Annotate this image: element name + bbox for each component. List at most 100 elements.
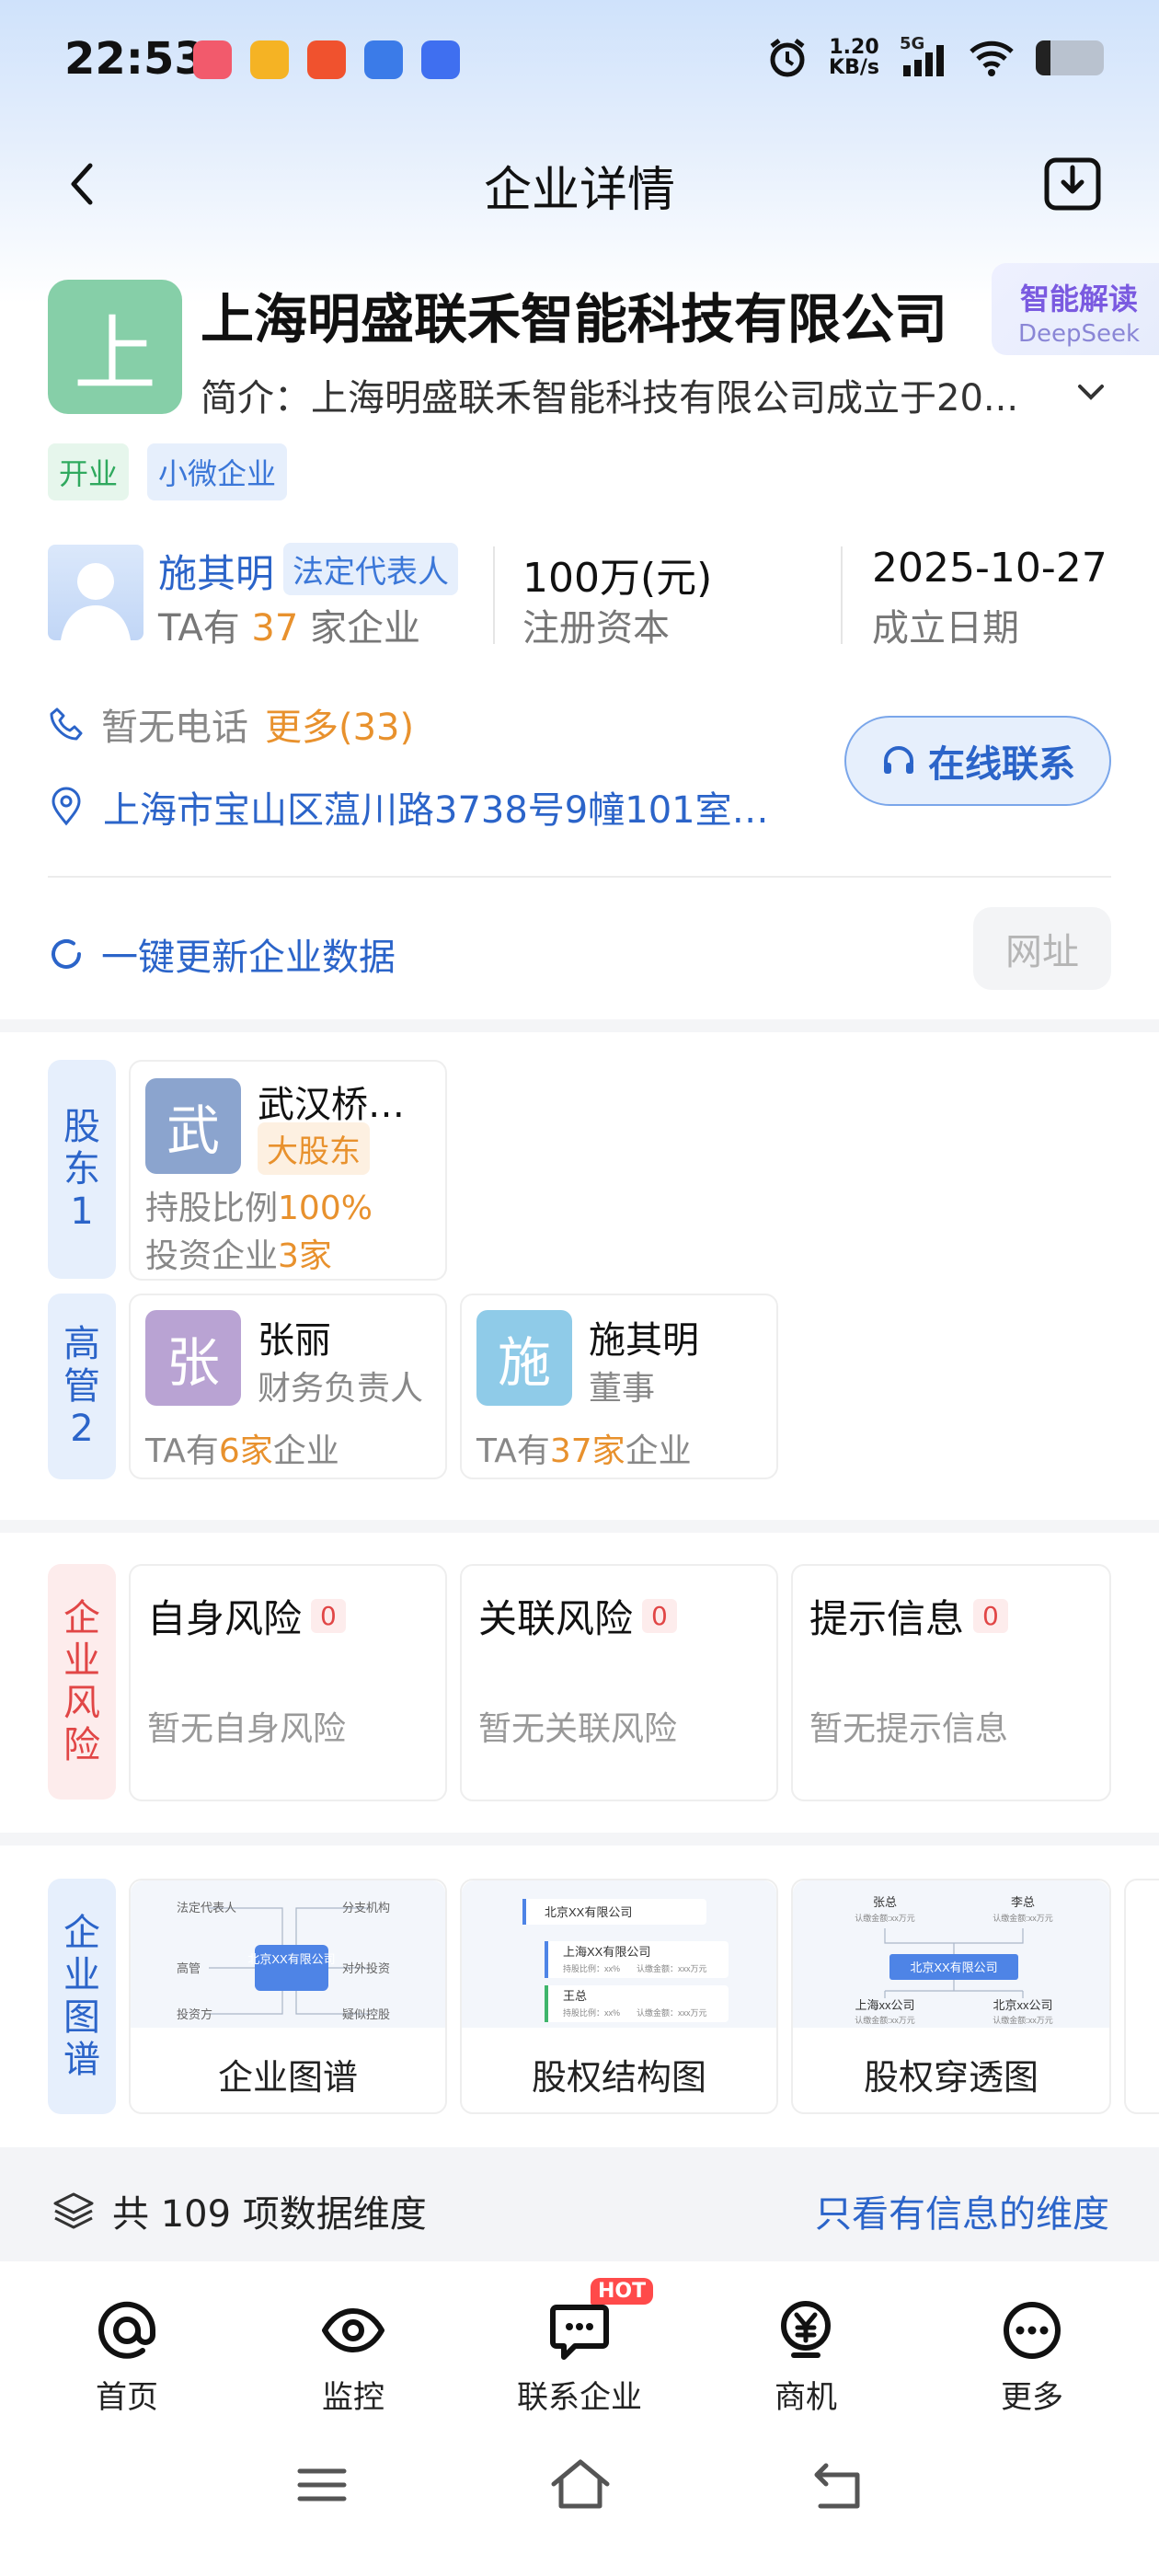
phone-row[interactable]: 暂无电话 更多(33) bbox=[48, 697, 414, 751]
graph-thumb-text: 北京XX有限公司 bbox=[545, 1905, 632, 1919]
equity-structure-thumbnail: 北京XX有限公司 上海XX有限公司 持股比例：xx% 认缴金额：xxx万元 王总… bbox=[462, 1880, 776, 2028]
risk-empty-text: 暂无关联风险 bbox=[478, 1710, 678, 1748]
avatar: 武 bbox=[145, 1078, 241, 1174]
graph-thumb-text: 高管 bbox=[177, 1961, 201, 1975]
phone-icon bbox=[50, 707, 83, 741]
nav-business[interactable]: 商机 bbox=[732, 2298, 879, 2417]
app-notification-icon bbox=[421, 40, 460, 79]
data-dimensions-bar: 共 109 项数据维度 只看有信息的维度 bbox=[0, 2147, 1159, 2261]
page-header: 企业详情 bbox=[0, 138, 1159, 230]
notice-info-card[interactable]: 提示信息 0 暂无提示信息 bbox=[791, 1564, 1111, 1801]
app-notification-icon bbox=[193, 40, 232, 79]
graph-thumb-text: 认缴金额:xx万元 bbox=[855, 2015, 915, 2025]
menu-icon[interactable] bbox=[294, 2462, 350, 2508]
graph-thumb-text: 投资方 bbox=[177, 2007, 212, 2021]
ai-subtitle: DeepSeek bbox=[1017, 320, 1141, 348]
graph-thumb-text: 认缴金额:xx万元 bbox=[855, 1913, 915, 1923]
app-notification-icon bbox=[250, 40, 289, 79]
refresh-label: 一键更新企业数据 bbox=[101, 937, 396, 979]
risk-title: 关联风险 0 bbox=[478, 1588, 677, 1644]
online-contact-label: 在线联系 bbox=[928, 743, 1075, 786]
page-title: 企业详情 bbox=[483, 163, 675, 218]
risk-title: 自身风险 0 bbox=[147, 1588, 346, 1644]
section-separator bbox=[0, 1520, 1159, 1533]
nav-monitor[interactable]: 监控 bbox=[280, 2298, 427, 2417]
address-row[interactable]: 上海市宝山区蕰川路3738号9幢101室… bbox=[48, 780, 784, 834]
executives-label: 高管2 bbox=[48, 1294, 116, 1479]
legal-rep-name[interactable]: 施其明 bbox=[158, 543, 274, 599]
invest-count: 投资企业3家 bbox=[145, 1237, 332, 1275]
battery-icon bbox=[1036, 40, 1104, 75]
next-graph-card-peek[interactable] bbox=[1124, 1879, 1159, 2114]
legal-rep-company-count[interactable]: TA有 37 家企业 bbox=[158, 598, 420, 651]
executive-card[interactable]: 张 张丽 财务负责人 TA有6家企业 bbox=[129, 1294, 447, 1479]
notification-icons bbox=[193, 40, 460, 79]
registered-capital-value: 100万(元) bbox=[522, 555, 713, 602]
divider bbox=[841, 546, 843, 644]
risk-count-badge: 0 bbox=[311, 1599, 346, 1633]
refresh-data-link[interactable]: 一键更新企业数据 bbox=[48, 927, 396, 981]
dimension-count: 共 109 项数据维度 bbox=[52, 2184, 427, 2237]
nav-home[interactable]: 首页 bbox=[53, 2298, 201, 2417]
signal-5g-icon: 5G bbox=[900, 34, 947, 78]
company-intro[interactable]: 简介：上海明盛联禾智能科技有限公司成立于20... bbox=[201, 368, 1047, 421]
company-logo: 上 bbox=[48, 280, 182, 414]
online-contact-button[interactable]: 在线联系 bbox=[844, 716, 1111, 806]
avatar: 张 bbox=[145, 1310, 241, 1406]
yen-icon bbox=[781, 2301, 831, 2358]
filter-dimensions-link[interactable]: 只看有信息的维度 bbox=[815, 2184, 1109, 2237]
graph-thumb-text: 王总 bbox=[563, 1989, 587, 2003]
graph-thumb-text: 李总 bbox=[1011, 1895, 1035, 1909]
size-tag: 小微企业 bbox=[147, 443, 288, 500]
graph-thumb-text: 认缴金额：xxx万元 bbox=[637, 2007, 707, 2018]
avatar[interactable] bbox=[48, 545, 143, 640]
equity-structure-card[interactable]: 北京XX有限公司 上海XX有限公司 持股比例：xx% 认缴金额：xxx万元 王总… bbox=[460, 1879, 778, 2114]
graph-thumb-text: 认缴金额:xx万元 bbox=[993, 1913, 1053, 1923]
download-icon[interactable] bbox=[1041, 153, 1104, 215]
back-icon[interactable] bbox=[808, 2460, 866, 2512]
executive-company-count: TA有6家企业 bbox=[145, 1432, 339, 1470]
bottom-nav: 首页 监控 HOT 联系企业 商机 更多 bbox=[0, 2261, 1159, 2427]
share-ratio: 持股比例100% bbox=[145, 1190, 373, 1227]
graph-thumb-text: 张总 bbox=[873, 1895, 897, 1909]
graph-thumb-text: 持股比例：xx% bbox=[563, 2007, 620, 2018]
hot-badge: HOT bbox=[591, 2278, 654, 2305]
shareholder-name: 武汉桥… bbox=[258, 1084, 405, 1126]
nav-contact[interactable]: HOT 联系企业 bbox=[506, 2278, 654, 2417]
equity-penetration-thumbnail: 张总 认缴金额:xx万元 李总 认缴金额:xx万元 北京XX有限公司 上海xx公… bbox=[793, 1880, 1109, 2028]
app-notification-icon bbox=[364, 40, 403, 79]
graph-thumb-text: 法定代表人 bbox=[177, 1901, 236, 1915]
executive-role: 财务负责人 bbox=[258, 1370, 424, 1408]
nav-more[interactable]: 更多 bbox=[958, 2298, 1106, 2417]
shareholders-label: 股东1 bbox=[48, 1060, 116, 1279]
graph-card-label: 股权穿透图 bbox=[863, 2057, 1039, 2098]
graph-thumb-text: 北京xx公司 bbox=[993, 1998, 1052, 2012]
executive-card[interactable]: 施 施其明 董事 TA有37家企业 bbox=[460, 1294, 778, 1479]
ai-title: 智能解读 bbox=[1019, 282, 1138, 316]
phone-text: 暂无电话 bbox=[101, 707, 248, 749]
risk-empty-text: 暂无提示信息 bbox=[809, 1710, 1009, 1748]
website-button[interactable]: 网址 bbox=[973, 907, 1111, 990]
graph-thumb-text: 认缴金额:xx万元 bbox=[993, 2015, 1053, 2025]
graph-thumb-text: 对外投资 bbox=[342, 1961, 390, 1975]
home-icon[interactable] bbox=[548, 2456, 613, 2512]
graph-thumb-text: 上海XX有限公司 bbox=[563, 1945, 650, 1959]
chevron-down-icon[interactable] bbox=[1073, 374, 1109, 410]
status-tag: 开业 bbox=[48, 443, 130, 500]
section-separator bbox=[0, 1833, 1159, 1846]
self-risk-card[interactable]: 自身风险 0 暂无自身风险 bbox=[129, 1564, 447, 1801]
wifi-icon bbox=[970, 40, 1014, 76]
divider bbox=[48, 876, 1111, 878]
enterprise-graph-card[interactable]: 北京XX有限公司 法定代表人 分支机构 高管 对外投资 投资方 疑似控股 企业图… bbox=[129, 1879, 447, 2114]
graph-thumb-text: 持股比例：xx% bbox=[563, 1963, 620, 1973]
legal-rep-badge: 法定代表人 bbox=[283, 543, 458, 595]
graph-thumb-text: 认缴金额：xxx万元 bbox=[637, 1963, 707, 1973]
graph-thumb-text: 北京XX有限公司 bbox=[910, 1961, 997, 1974]
risk-count-badge: 0 bbox=[642, 1599, 677, 1633]
more-phones-link[interactable]: 更多(33) bbox=[265, 697, 414, 751]
shareholder-card[interactable]: 武 武汉桥… 大股东 持股比例100% 投资企业3家 bbox=[129, 1060, 447, 1281]
ai-interpret-button[interactable]: 智能解读 DeepSeek bbox=[992, 263, 1159, 355]
equity-penetration-card[interactable]: 张总 认缴金额:xx万元 李总 认缴金额:xx万元 北京XX有限公司 上海xx公… bbox=[791, 1879, 1111, 2114]
graph-thumb-text: 分支机构 bbox=[342, 1901, 390, 1915]
related-risk-card[interactable]: 关联风险 0 暂无关联风险 bbox=[460, 1564, 778, 1801]
